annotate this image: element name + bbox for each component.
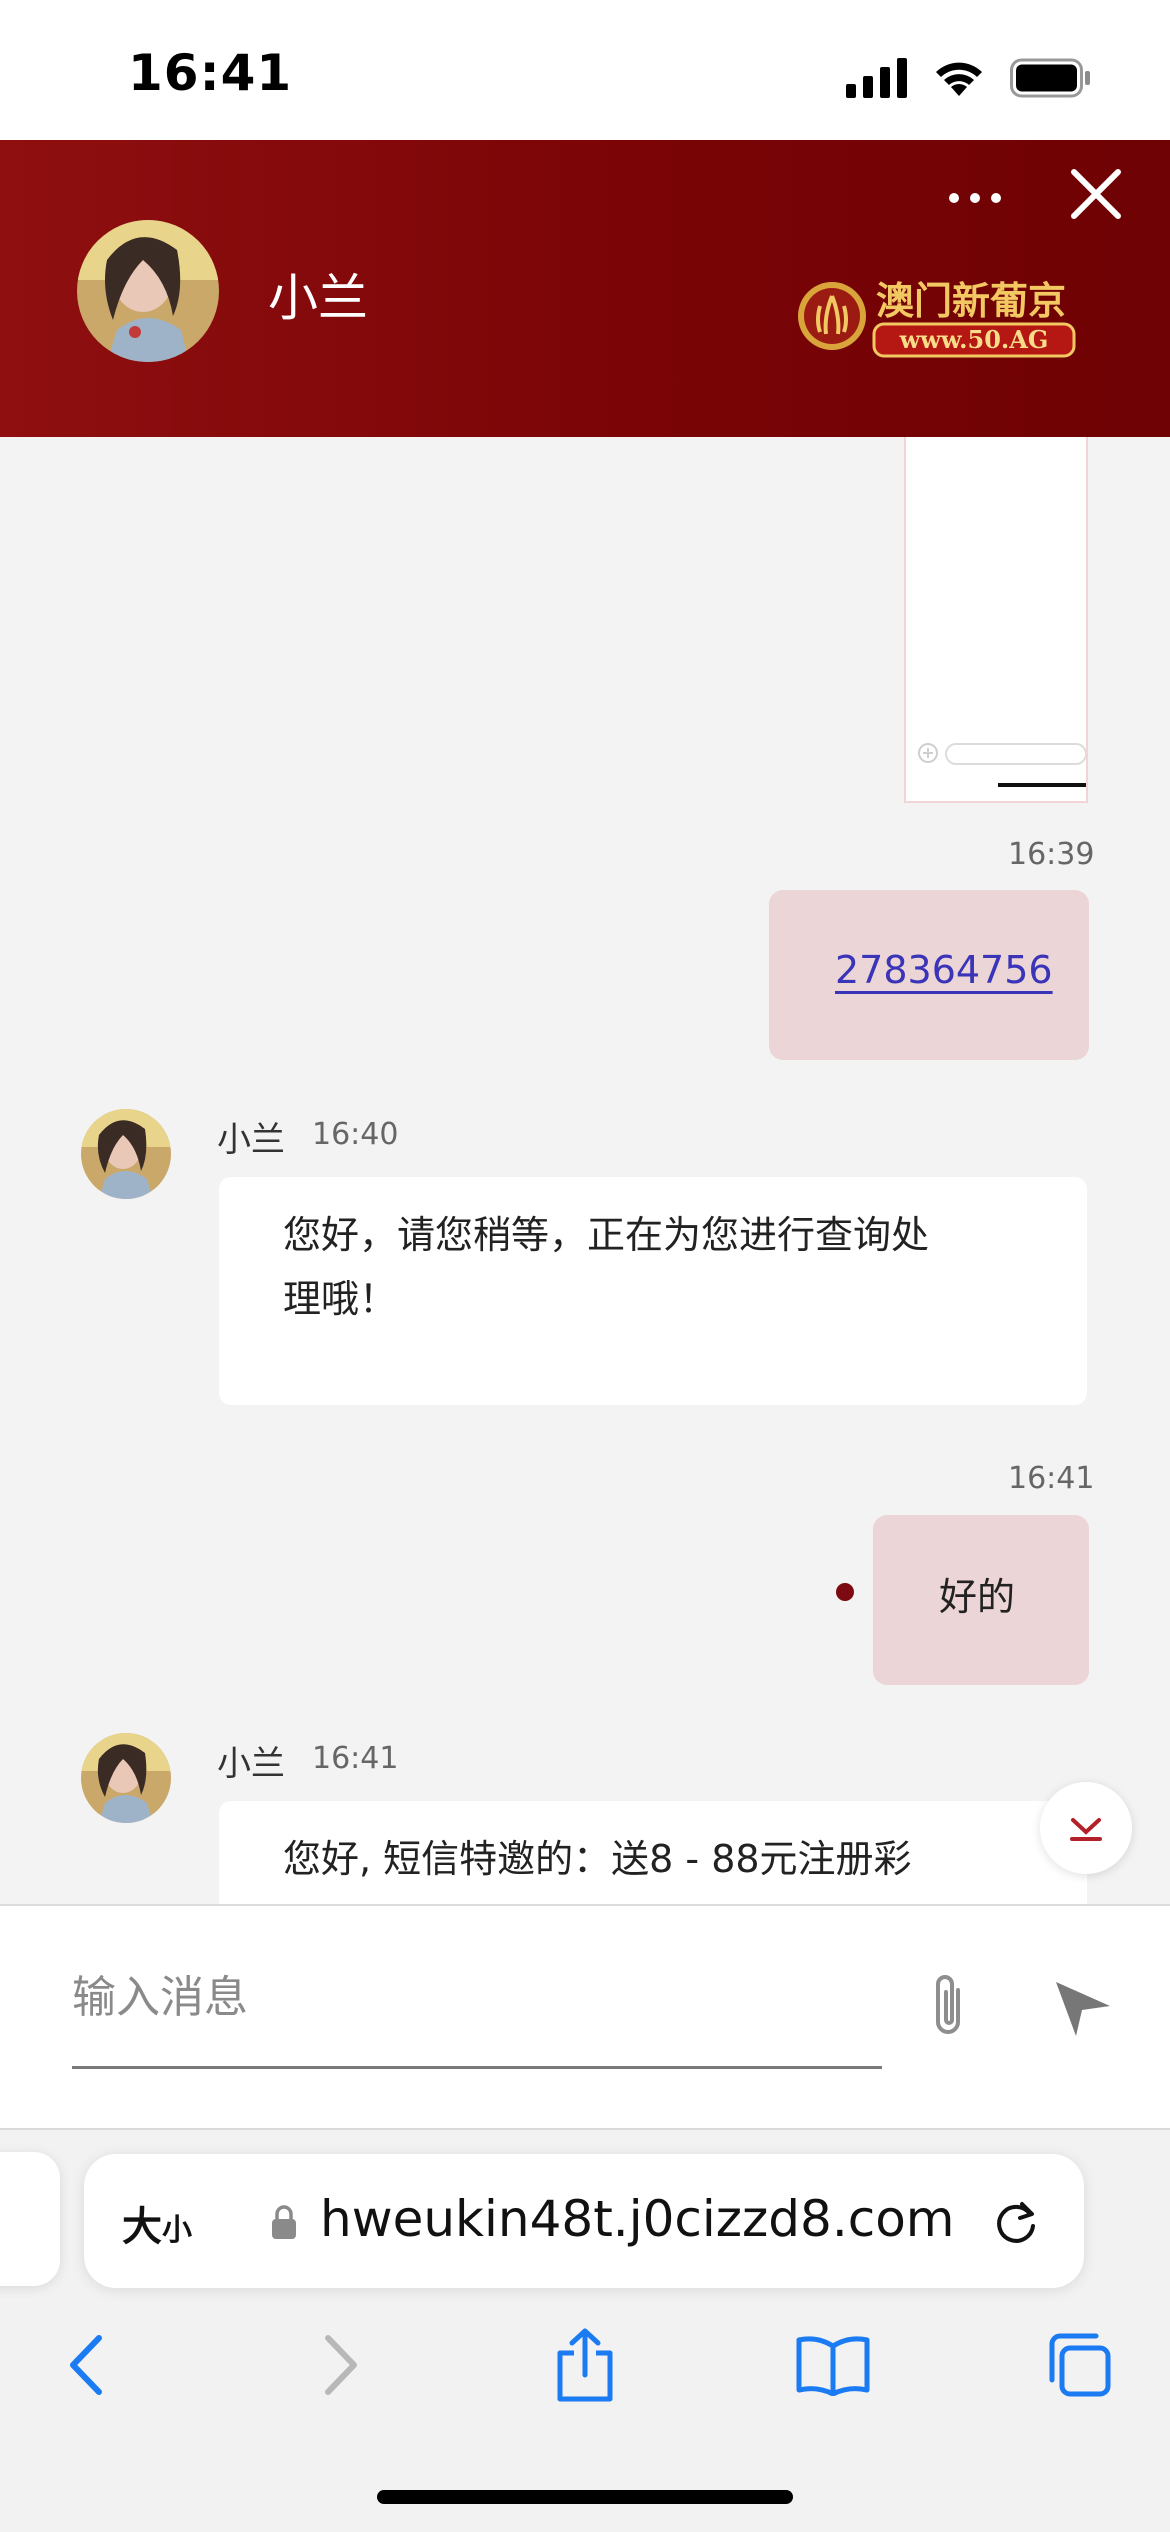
message-text-line: 您好，请您稍等，正在为您进行查询处 [283, 1213, 930, 1257]
avatar[interactable] [81, 1109, 171, 1199]
more-options-icon[interactable] [946, 188, 1004, 208]
incoming-message-bubble: 您好, 短信特邀的：送8 - 88元注册彩 [219, 1801, 1087, 1904]
outgoing-message-bubble: 好的 [873, 1515, 1089, 1685]
chevron-left-icon [70, 2335, 102, 2395]
forward-button[interactable] [295, 2320, 385, 2410]
previous-tab-peek[interactable] [0, 2152, 60, 2286]
wifi-icon [936, 62, 982, 96]
contact-avatar[interactable] [77, 220, 219, 362]
share-icon [557, 2328, 613, 2402]
chevron-right-icon [325, 2335, 357, 2395]
status-bar: 16:41 [0, 0, 1170, 140]
contact-name: 小兰 [268, 269, 368, 327]
browser-chrome: 大小 hweukin48t.j0cizzd8.com [0, 2128, 1170, 2532]
book-icon [796, 2336, 870, 2396]
url-text: hweukin48t.j0cizzd8.com [320, 2190, 955, 2248]
sending-status-dot [836, 1583, 854, 1601]
brand-logo: 澳门新葡京 www.50.AG [796, 268, 1080, 364]
cellular-signal-icon [846, 58, 907, 98]
message-link[interactable]: 278364756 [835, 948, 1053, 992]
status-icons [846, 56, 1092, 100]
avatar[interactable] [81, 1733, 171, 1823]
browser-toolbar [0, 2320, 1170, 2440]
message-input[interactable] [72, 1962, 882, 2032]
share-button[interactable] [540, 2320, 630, 2410]
brand-url: www.50.AG [899, 325, 1049, 354]
message-text-line: 您好, 短信特邀的：送8 - 88元注册彩 [283, 1837, 912, 1881]
status-time: 16:41 [128, 44, 293, 102]
chevron-down-icon [1070, 1818, 1102, 1841]
brand-name: 澳门新葡京 [876, 278, 1066, 323]
sender-name: 小兰 [217, 1120, 285, 1160]
battery-icon [1010, 58, 1090, 98]
message-text: 好的 [939, 1575, 1016, 1619]
message-composer [0, 1904, 1170, 2128]
image-message[interactable] [904, 437, 1088, 803]
chat-header: 小兰 澳门新葡京 www.50.AG [0, 140, 1170, 437]
scroll-to-bottom-button[interactable] [1040, 1782, 1132, 1874]
tabs-button[interactable] [1034, 2320, 1124, 2410]
address-bar[interactable]: 大小 hweukin48t.j0cizzd8.com [84, 2154, 1084, 2288]
sender-time: 16:41 [312, 1741, 399, 1776]
sender-time: 16:40 [312, 1117, 399, 1152]
bookmarks-button[interactable] [788, 2320, 878, 2410]
message-text-line: 理哦！ [283, 1277, 398, 1321]
incoming-message-bubble: 您好，请您稍等，正在为您进行查询处 理哦！ [219, 1177, 1087, 1405]
tabs-icon [1049, 2333, 1111, 2397]
lock-icon [272, 2205, 296, 2239]
home-indicator [377, 2490, 793, 2504]
outgoing-message-bubble: 278364756 [769, 890, 1089, 1060]
reload-icon[interactable] [990, 2196, 1042, 2248]
message-timestamp: 16:41 [1008, 1461, 1095, 1496]
close-icon[interactable] [1068, 166, 1124, 222]
message-timestamp: 16:39 [1008, 837, 1095, 872]
send-icon[interactable] [1050, 1976, 1114, 2040]
paperclip-icon[interactable] [918, 1970, 978, 2042]
sender-name: 小兰 [217, 1744, 285, 1784]
input-underline [72, 2066, 882, 2069]
text-size-button[interactable]: 大小 [122, 2194, 192, 2252]
chat-message-list[interactable]: 16:39 278364756 小兰 16:40 您好，请您稍等，正在为您进行查… [0, 437, 1170, 1904]
back-button[interactable] [42, 2320, 132, 2410]
